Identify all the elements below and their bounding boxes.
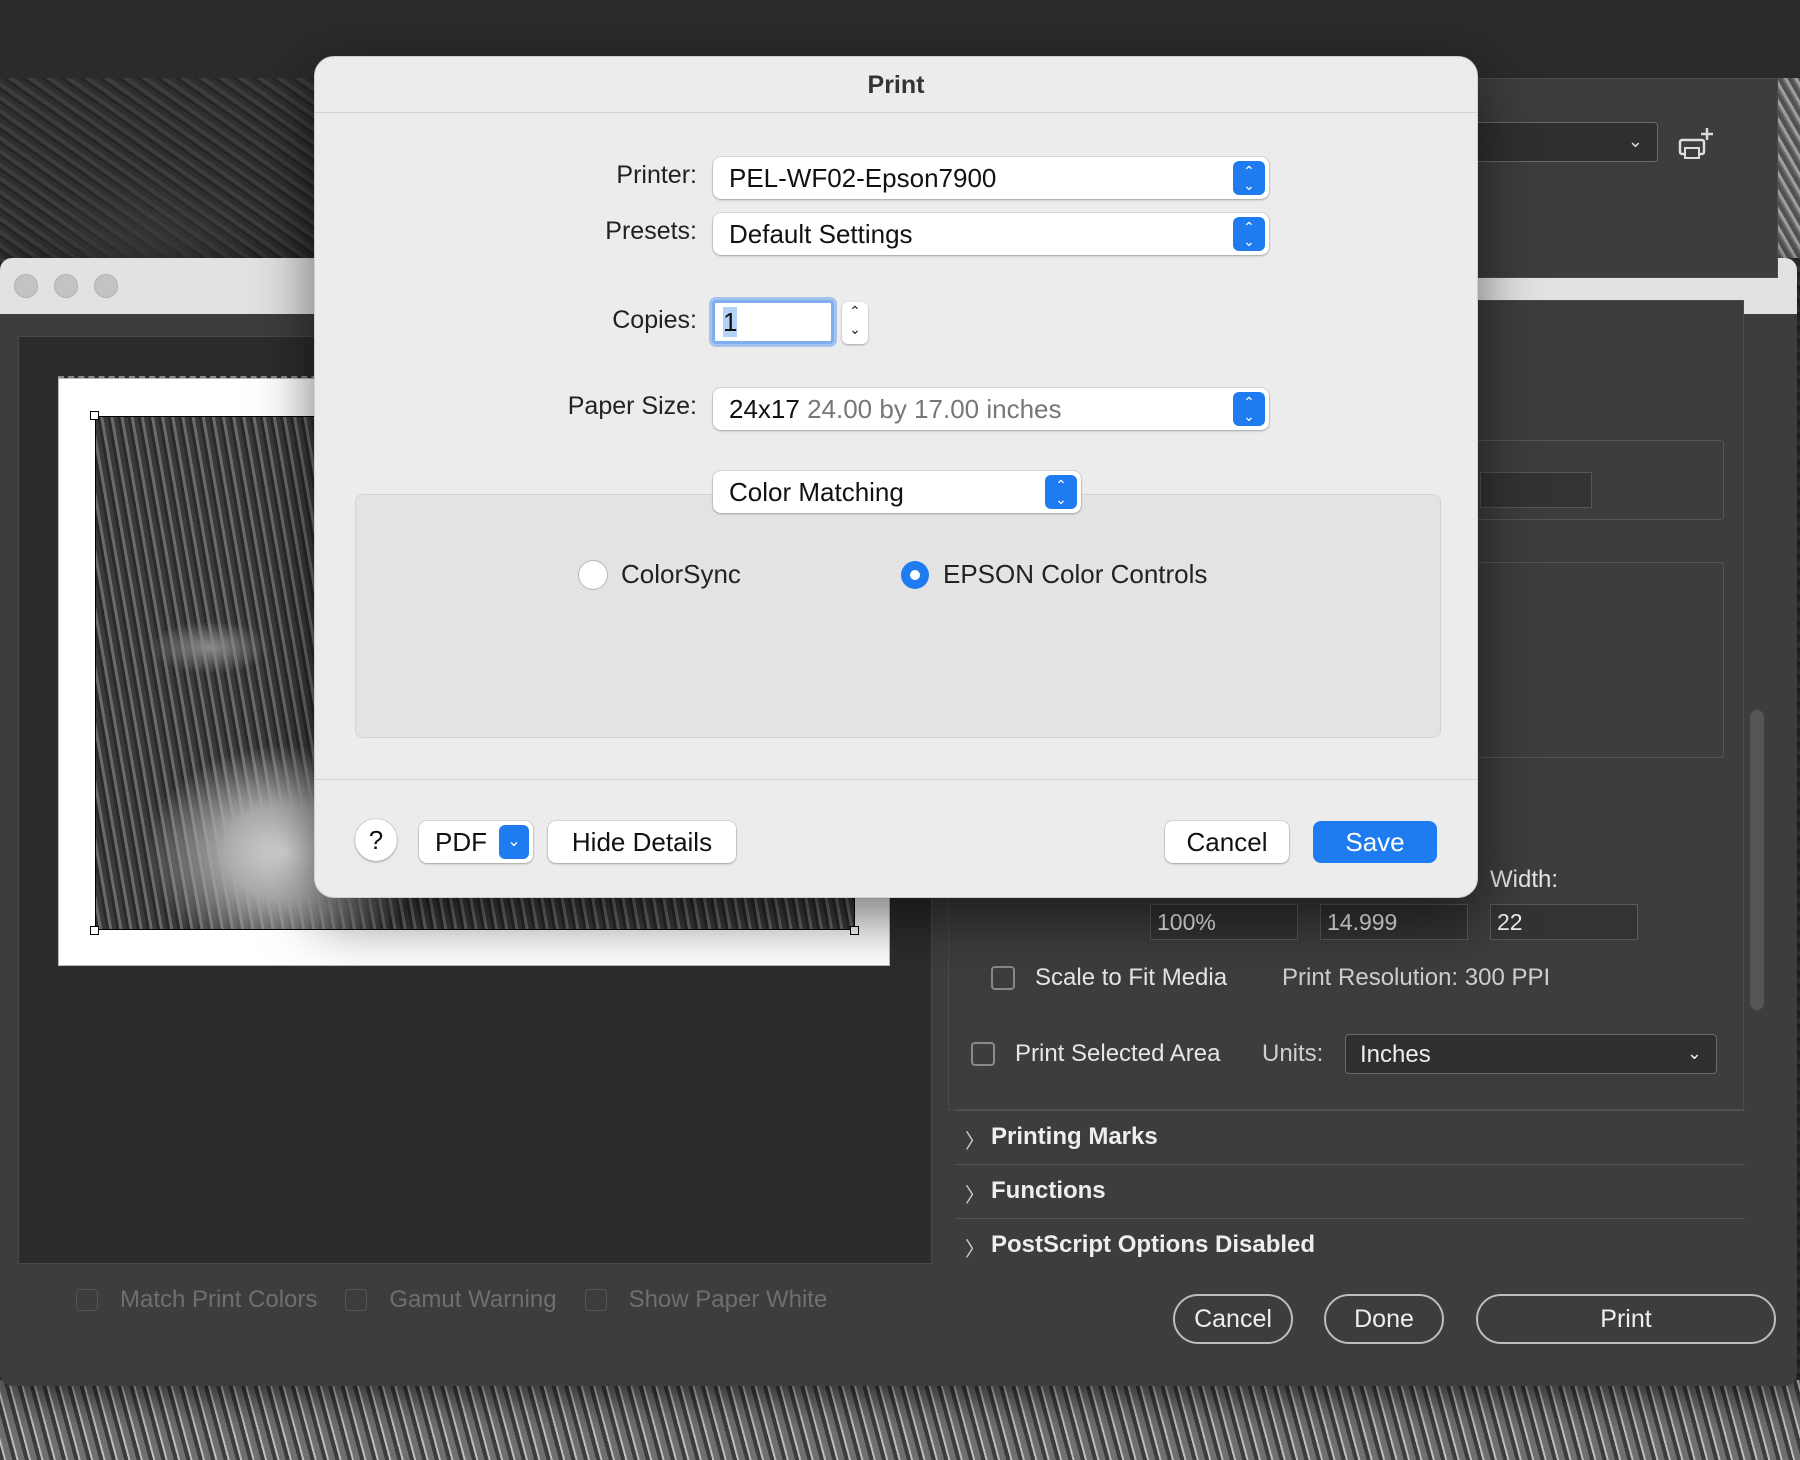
dialog-title: Print [315,57,1477,113]
printer-add-icon[interactable] [1676,126,1716,162]
printer-select[interactable]: ⌄ [1472,122,1658,162]
option-label: Gamut Warning [389,1286,557,1313]
hide-details-button[interactable]: Hide Details [548,821,736,863]
color-matching-pane [355,494,1441,738]
print-resolution: Print Resolution: 300 PPI [1282,964,1551,991]
show-paper-white-option[interactable]: Show Paper White [584,1286,828,1314]
pdf-label: PDF [435,827,487,857]
chevron-right-icon: 〉 [965,1239,985,1261]
print-dialog: Print Printer: PEL-WF02-Epson7900 ⌃ ⌄ Pre… [314,56,1478,898]
section-label: Printing Marks [991,1123,1158,1150]
section-functions[interactable]: 〉 Functions [955,1164,1745,1218]
resize-handle-bottom-right[interactable] [850,926,859,935]
paper-size-name: 24x17 [729,394,800,424]
paper-size-detail: 24.00 by 17.00 inches [807,394,1062,424]
section-printing-marks[interactable]: 〉 Printing Marks [955,1110,1745,1164]
chevron-down-icon: ⌄ [1686,1043,1702,1063]
copies-stepper[interactable]: ⌃ ⌄ [842,302,868,344]
divider [315,779,1477,780]
copies-field[interactable]: 1 [712,300,834,344]
print-selected-area-label: Print Selected Area [1015,1040,1221,1067]
height-field[interactable]: 14.999 [1320,904,1468,940]
ps-done-button[interactable]: Done [1324,1294,1444,1344]
radio-label: ColorSync [621,559,741,589]
section-label: PostScript Options Disabled [991,1231,1316,1258]
save-button[interactable]: Save [1313,821,1437,863]
chevron-updown-icon: ⌃ ⌄ [1233,392,1265,426]
radio-button[interactable] [579,560,607,589]
chevron-updown-icon: ⌃ ⌄ [1233,217,1265,251]
chevron-right-icon: 〉 [965,1131,985,1153]
position-field[interactable] [1480,472,1592,508]
chevron-right-icon: 〉 [965,1185,985,1207]
scale-to-fit-label: Scale to Fit Media [1035,964,1228,991]
close-window-button[interactable] [14,274,38,298]
units-label: Units: [1262,1040,1324,1067]
radio-button-selected[interactable] [901,560,929,589]
printer-value: PEL-WF02-Epson7900 [729,163,997,193]
presets-label: Presets: [605,217,697,245]
ps-cancel-button[interactable]: Cancel [1173,1294,1293,1344]
pdf-menu-button[interactable]: PDF ⌄ [419,821,533,863]
checkbox[interactable] [345,1289,368,1311]
units-select[interactable]: Inches ⌄ [1345,1034,1717,1074]
units-value: Inches [1360,1041,1431,1068]
checkbox[interactable] [76,1289,98,1311]
scale-to-fit-checkbox[interactable] [991,966,1015,990]
printer-label: Printer: [616,161,697,189]
scale-field[interactable]: 100% [1150,904,1298,940]
cancel-button[interactable]: Cancel [1165,821,1289,863]
chevron-down-icon: ⌄ [1627,131,1643,151]
help-button[interactable]: ? [355,819,397,861]
width-label: Width: [1490,866,1559,893]
ps-print-button[interactable]: Print [1476,1294,1776,1344]
zoom-window-button[interactable] [94,274,118,298]
match-print-colors-option[interactable]: Match Print Colors [76,1286,317,1314]
section-value: Color Matching [729,477,904,507]
gamut-warning-option[interactable]: Gamut Warning [345,1286,557,1314]
option-label: Show Paper White [628,1286,828,1313]
section-popup[interactable]: Color Matching ⌃ ⌄ [713,471,1081,513]
printer-popup[interactable]: PEL-WF02-Epson7900 ⌃ ⌄ [713,157,1269,199]
option-label: Match Print Colors [120,1286,318,1313]
colorsync-option[interactable]: ColorSync [579,559,741,590]
resize-handle-top-left[interactable] [90,411,99,420]
radio-label: EPSON Color Controls [943,559,1208,589]
width-field[interactable]: 22 [1490,904,1638,940]
print-selected-area-checkbox[interactable] [971,1042,995,1066]
paper-edge-marker [58,376,358,378]
checkbox[interactable] [584,1289,607,1311]
chevron-updown-icon: ⌃ ⌄ [1233,161,1265,195]
epson-color-controls-option[interactable]: EPSON Color Controls [901,559,1207,590]
minimize-window-button[interactable] [54,274,78,298]
background-photo-bottom [0,1380,1800,1460]
copies-label: Copies: [612,306,697,334]
section-postscript-options[interactable]: 〉 PostScript Options Disabled [955,1218,1745,1272]
chevron-down-icon: ⌄ [499,825,529,859]
presets-value: Default Settings [729,219,913,249]
paper-size-label: Paper Size: [567,392,697,420]
copies-value: 1 [723,307,738,337]
chevron-updown-icon: ⌃ ⌄ [1045,475,1077,509]
preview-options: Match Print Colors Gamut Warning Show Pa… [76,1286,855,1314]
presets-popup[interactable]: Default Settings ⌃ ⌄ [713,213,1269,255]
resize-handle-bottom-left[interactable] [90,926,99,935]
scrollbar[interactable] [1750,710,1764,1010]
paper-size-popup[interactable]: 24x17 24.00 by 17.00 inches ⌃ ⌄ [713,388,1269,430]
section-label: Functions [991,1177,1106,1204]
